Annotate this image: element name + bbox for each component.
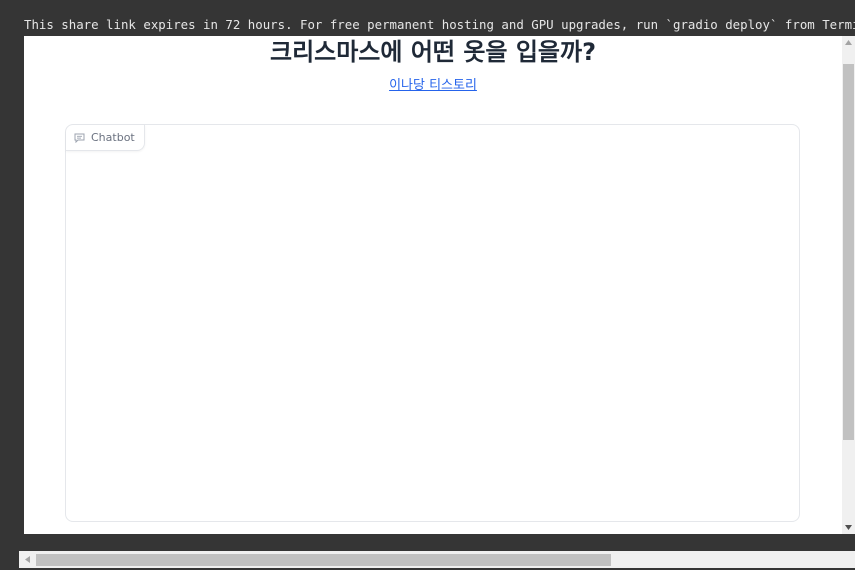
scroll-down-arrow-icon[interactable] xyxy=(842,521,855,534)
chatbot-panel: Chatbot xyxy=(65,124,800,522)
app-frame: 크리스마스에 어떤 옷을 입을까? 이나당 티스토리 Chatbot xyxy=(24,36,842,534)
scroll-left-arrow-icon[interactable] xyxy=(19,551,36,568)
blog-link[interactable]: 이나당 티스토리 xyxy=(24,76,842,96)
horizontal-scroll-thumb[interactable] xyxy=(36,554,611,566)
scroll-up-arrow-icon[interactable] xyxy=(842,36,855,49)
vertical-scrollbar[interactable] xyxy=(842,36,855,534)
vertical-scroll-thumb[interactable] xyxy=(843,64,854,440)
page-title: 크리스마스에 어떤 옷을 입을까? xyxy=(269,38,597,66)
share-link-banner: This share link expires in 72 hours. For… xyxy=(24,17,855,32)
chatbot-label-tab: Chatbot xyxy=(66,125,145,151)
horizontal-scrollbar[interactable] xyxy=(19,551,855,568)
chat-bubble-icon xyxy=(74,133,85,143)
chatbot-label-text: Chatbot xyxy=(91,131,135,144)
